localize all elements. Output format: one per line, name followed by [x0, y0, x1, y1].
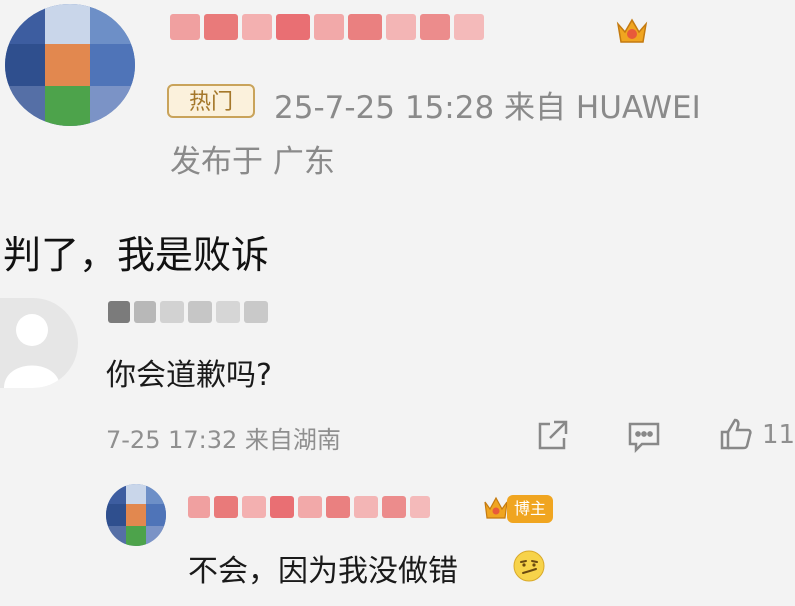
post-body: 判了，我是败诉 [3, 233, 270, 277]
share-icon[interactable] [532, 416, 572, 456]
hot-badge: 热门 [167, 84, 255, 118]
reply-text: 不会，因为我没做错 [188, 554, 458, 589]
comment-meta: 7-25 17:32 来自湖南 [106, 426, 341, 454]
poster-name-blurred[interactable] [170, 14, 484, 40]
post-location: 发布于 广东 [170, 144, 335, 180]
comment-text: 你会道歉吗? [106, 358, 272, 393]
comment-icon[interactable] [624, 416, 664, 456]
reply-name-blurred[interactable] [188, 496, 430, 518]
smirk-emoji-icon [512, 549, 546, 583]
like-icon[interactable] [716, 414, 756, 454]
reply-avatar[interactable] [106, 484, 166, 546]
post-meta: 25-7-25 15:28 来自 HUAWEI [274, 90, 701, 126]
crown-icon [612, 12, 652, 52]
poster-avatar[interactable] [5, 4, 135, 126]
commenter-avatar[interactable] [0, 298, 78, 388]
like-count: 11 [762, 420, 795, 450]
commenter-name-blurred[interactable] [108, 301, 268, 323]
author-badge: 博主 [507, 495, 553, 523]
crown-icon [482, 494, 510, 524]
